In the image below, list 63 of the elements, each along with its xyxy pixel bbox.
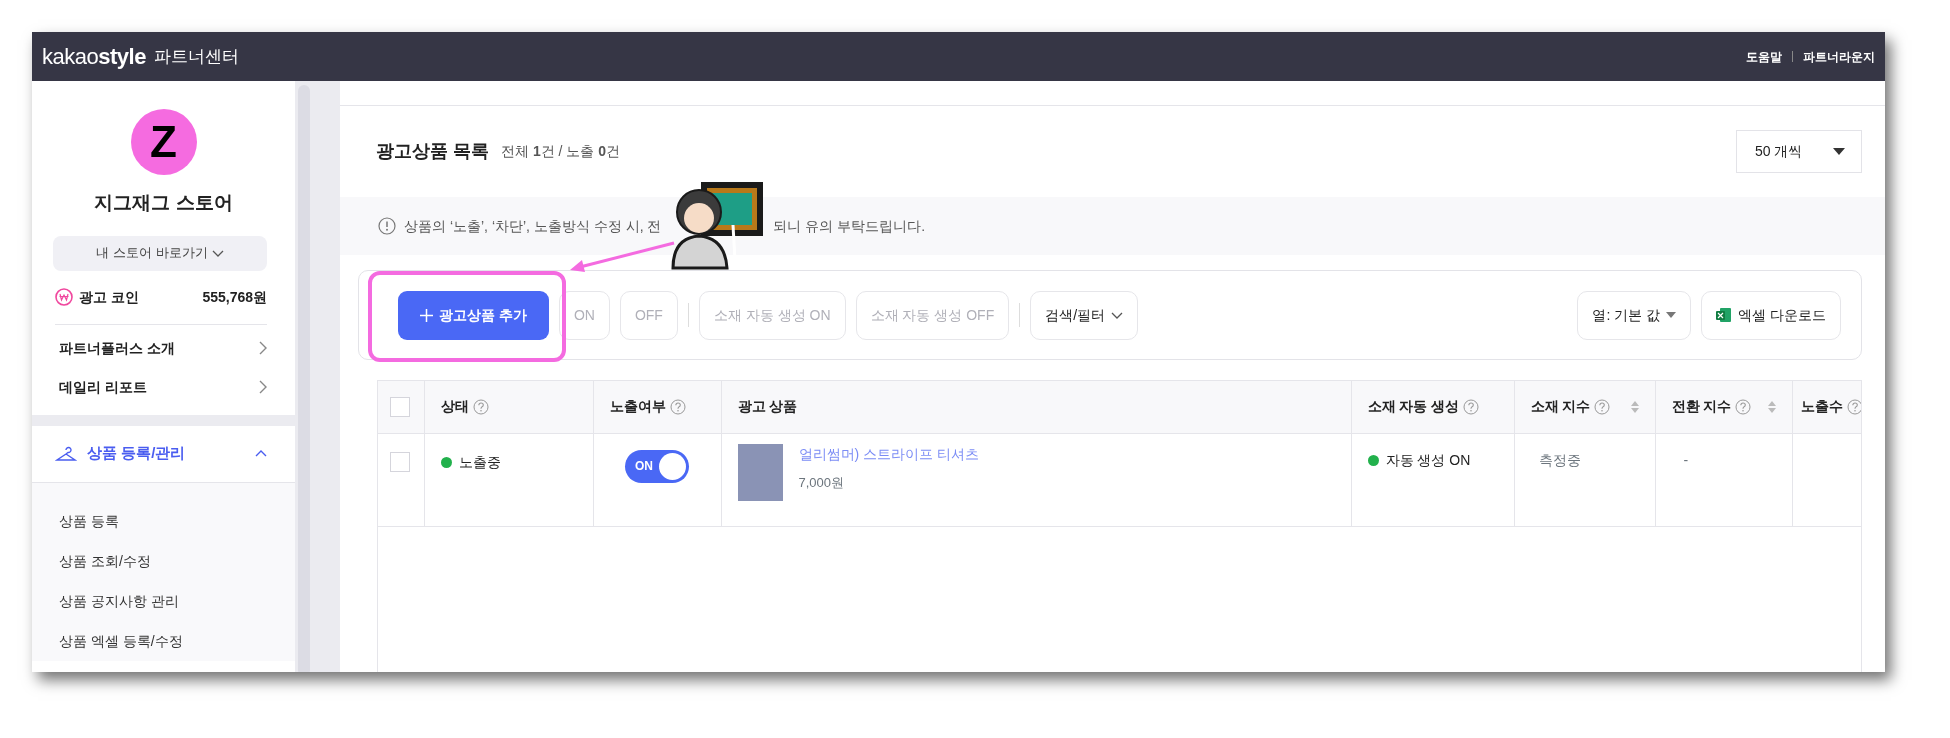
product-price: 7,000원 [798, 473, 846, 492]
info-icon [378, 217, 396, 235]
search-filter-button[interactable]: 검색/필터 [1030, 290, 1139, 340]
column-header: 노출여부 [609, 397, 666, 417]
select-all-checkbox[interactable] [390, 396, 410, 417]
help-icon [1846, 398, 1861, 415]
sidebar-link[interactable]: 데일리 리포트 [32, 367, 295, 407]
sort-icon [1767, 400, 1776, 413]
help-icon [472, 398, 489, 415]
sidebar-item[interactable]: 상품 등록 [32, 500, 295, 541]
notice-text: 되니 유의 부탁드립니다. [773, 216, 926, 236]
ad-coin-label: 광고 코인 [79, 287, 139, 307]
header-link[interactable]: 파트너라운지 [1803, 47, 1875, 66]
list-title: 광고상품 목록 [376, 140, 489, 163]
help-icon [1594, 398, 1611, 415]
status-dot [1367, 454, 1379, 466]
store-name: 지그재그 스토어 [93, 191, 234, 215]
caret-down-icon [1666, 312, 1677, 318]
chevron-right-icon [257, 379, 267, 395]
my-store-button[interactable]: 내 스토어 바로가기 [53, 235, 267, 271]
notice-text: 상품의 ‘노출’, ‘차단’, 노출방식 수정 시, 전 [404, 216, 662, 236]
sidebar-item[interactable]: 상품 엑셀 등록/수정 [32, 620, 295, 661]
photo-placeholder [737, 443, 783, 501]
list-summary: 전체 1건 / 노출 0건 [501, 142, 621, 161]
chevron-down-icon [1111, 310, 1124, 320]
hanger-icon [55, 445, 77, 462]
conversion-index-text: - [1683, 451, 1689, 468]
excel-download-button[interactable]: 엑셀 다운로드 [1701, 290, 1841, 340]
status-dot [440, 456, 452, 468]
column-header: 소재 지수 [1530, 397, 1591, 417]
help-icon [669, 398, 686, 415]
store-avatar: Z [130, 109, 197, 175]
chevron-right-icon [257, 340, 267, 356]
page-size-select[interactable]: 50 개씩 [1736, 130, 1862, 173]
column-header: 상태 [440, 397, 469, 417]
column-select[interactable]: 열: 기본 값 [1577, 290, 1692, 340]
exposure-toggle[interactable]: ON [625, 449, 689, 483]
plus-icon [420, 308, 433, 322]
chevron-down-icon [211, 248, 224, 258]
sidebar-link[interactable]: 파트너플러스 소개 [32, 328, 295, 368]
row-checkbox[interactable] [390, 451, 410, 472]
chevron-up-icon [255, 448, 267, 459]
column-header: 소재 자동 생성 [1367, 397, 1460, 417]
add-ad-product-button[interactable]: 광고상품 추가 [398, 290, 549, 340]
help-icon [1735, 398, 1752, 415]
sidebar-item[interactable]: 상품 공지사항 관리 [32, 580, 295, 621]
sort-icon [1630, 400, 1639, 413]
creative-index-text: 측정중 [1538, 451, 1581, 468]
sidebar-item[interactable]: 상품 조회/수정 [32, 540, 295, 581]
partner-center-label: 파트너센터 [153, 45, 239, 68]
help-icon [1463, 398, 1480, 415]
scrollbar[interactable] [298, 85, 310, 672]
column-header: 노출수 [1800, 397, 1843, 417]
ad-coin-value: 555,768원 [202, 287, 267, 307]
caret-down-icon [1833, 148, 1845, 155]
spreadsheet-icon [1716, 307, 1733, 323]
column-header: 전환 지수 [1671, 397, 1732, 417]
header-link[interactable]: 도움말 [1746, 47, 1782, 66]
won-coin-icon [55, 288, 73, 306]
auto-generation-text: 자동 생성 ON [1385, 450, 1471, 470]
kakaostyle-logo[interactable]: kakaostyle [42, 40, 146, 73]
status-text: 노출중 [458, 452, 501, 472]
column-header: 광고 상품 [737, 397, 798, 417]
